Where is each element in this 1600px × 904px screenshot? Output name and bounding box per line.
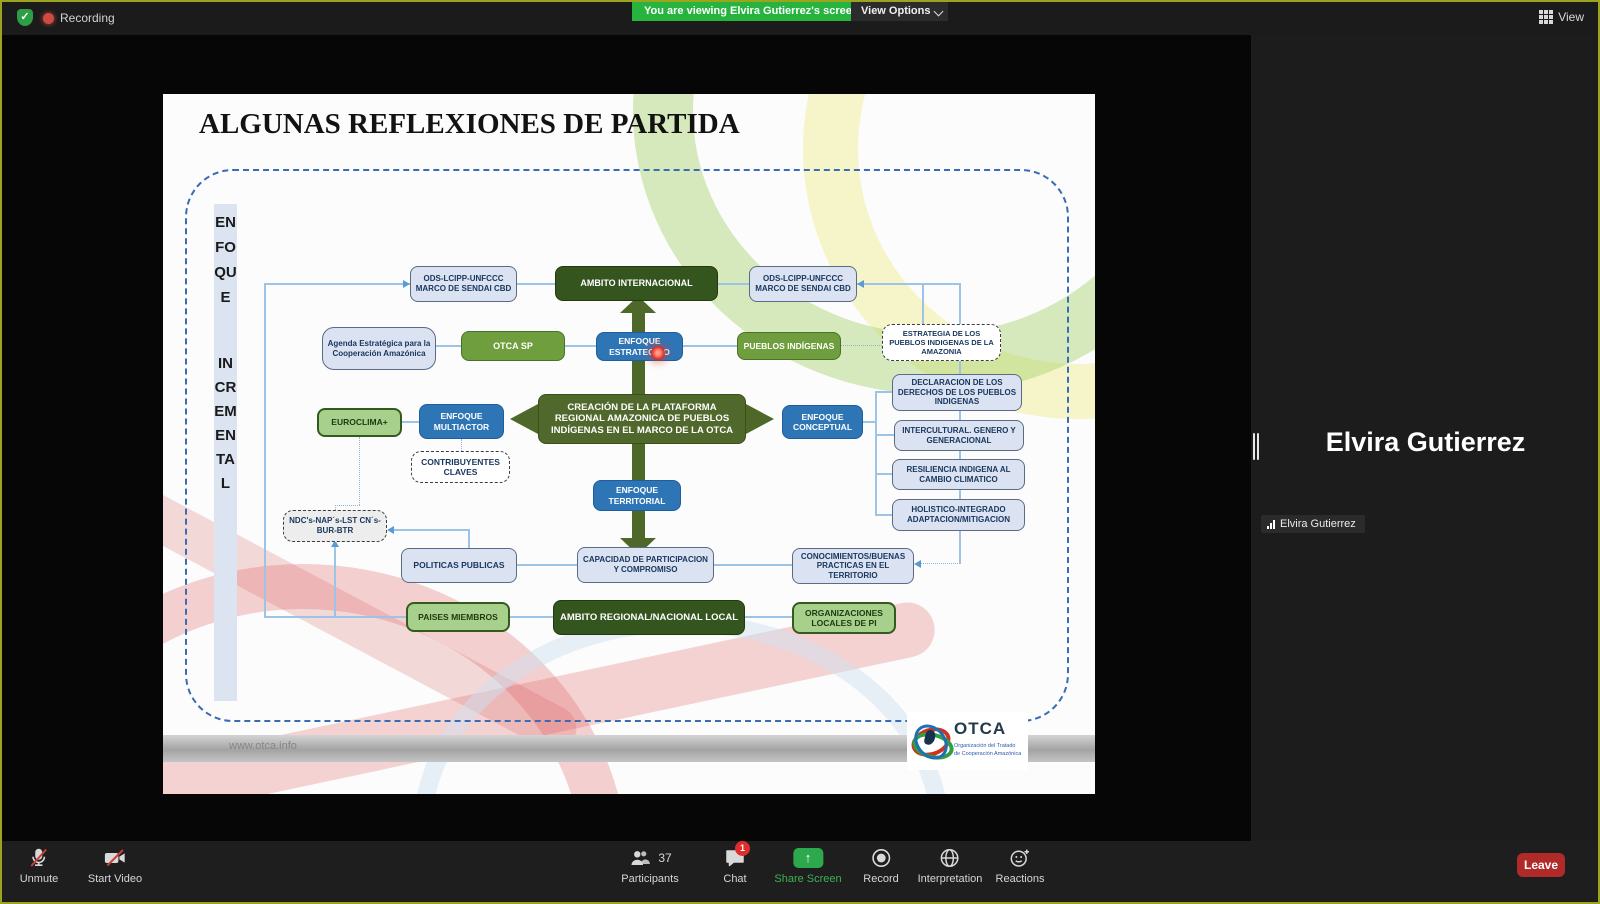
recording-icon [43, 13, 54, 24]
viewing-screen-banner: You are viewing Elvira Gutierrez's scree… [632, 2, 871, 21]
participants-icon [628, 846, 654, 870]
participants-label: Participants [621, 873, 678, 885]
box-creacion-plataforma: CREACIÓN DE LA PLATAFORMA REGIONAL AMAZO… [538, 394, 746, 444]
otca-logo-subtitle-2: de Cooperación Amazónica [954, 751, 1021, 757]
box-pueblos-indigenas: PUEBLOS INDÍGENAS [737, 332, 841, 360]
box-euroclima: EUROCLIMA+ [317, 408, 402, 437]
box-ods-left: ODS-LCIPP-UNFCCC MARCO DE SENDAI CBD [410, 266, 517, 302]
chat-button[interactable]: 1 Chat [723, 846, 747, 885]
interpretation-button[interactable]: Interpretation [918, 846, 983, 885]
participants-count: 37 [658, 851, 671, 865]
audio-signal-icon [1267, 520, 1275, 529]
chevron-down-icon [934, 7, 944, 17]
zoom-meeting-window: ✓ Recording You are viewing Elvira Gutie… [0, 0, 1600, 904]
reactions-button[interactable]: Reactions [996, 846, 1045, 885]
video-off-icon [102, 846, 128, 870]
reactions-smiley-icon [1008, 846, 1032, 870]
participant-name-tag: Elvira Gutierrez [1261, 515, 1365, 533]
meeting-top-bar: ✓ Recording You are viewing Elvira Gutie… [2, 2, 1598, 35]
vertical-label-incremental: INCREMENTAL [214, 352, 237, 496]
security-shield-icon[interactable]: ✓ [17, 9, 33, 26]
box-ambito-regional: AMBITO REGIONAL/NACIONAL LOCAL [553, 600, 745, 635]
otca-logo-text: OTCA [954, 719, 1006, 739]
box-declaracion-derechos: DECLARACION DE LOS DERECHOS DE LOS PUEBL… [892, 374, 1022, 411]
box-enfoque-territorial: ENFOQUE TERRITORIAL [593, 480, 681, 511]
laser-pointer-dot [651, 346, 665, 360]
box-intercultural: INTERCULTURAL. GENERO Y GENERACIONAL [894, 420, 1024, 451]
unmute-label: Unmute [20, 873, 59, 885]
unmute-button[interactable]: Unmute [20, 846, 59, 885]
box-capacidad-participacion: CAPACIDAD DE PARTICIPACION Y COMPROMISO [577, 547, 714, 583]
grid-view-icon [1539, 10, 1553, 24]
slide-title: ALGUNAS REFLEXIONES DE PARTIDA [199, 108, 740, 141]
participants-button[interactable]: 37 Participants [621, 846, 678, 885]
chat-unread-badge: 1 [735, 841, 750, 856]
globe-icon [938, 846, 962, 870]
box-politicas-publicas: POLITICAS PUBLICAS [401, 548, 517, 583]
reactions-label: Reactions [996, 873, 1045, 885]
box-enfoque-conceptual: ENFOQUE CONCEPTUAL [782, 405, 863, 439]
slide-footer-url: www.otca.info [229, 740, 297, 752]
start-video-button[interactable]: Start Video [88, 846, 142, 885]
mic-muted-icon [27, 846, 51, 870]
interpretation-label: Interpretation [918, 873, 983, 885]
box-holistico: HOLISTICO-INTEGRADO ADAPTACION/MITIGACIO… [892, 499, 1025, 531]
box-estrategia-pueblos: ESTRATEGIA DE LOS PUEBLOS INDIGENAS DE L… [882, 324, 1001, 361]
view-options-label: View Options [861, 5, 930, 17]
box-resiliencia: RESILIENCIA INDIGENA AL CAMBIO CLIMATICO [892, 459, 1025, 490]
share-screen-button[interactable]: ↑ Share Screen [774, 846, 841, 885]
chat-label: Chat [723, 873, 746, 885]
share-screen-icon: ↑ [793, 848, 823, 868]
panel-divider-handle[interactable] [1253, 433, 1255, 460]
box-conocimientos: CONOCIMIENTOS/BUENAS PRACTICAS EN EL TER… [792, 548, 914, 584]
box-paises-miembros: PAISES MIEMBROS [406, 602, 510, 632]
meeting-toolbar: Unmute Start Video [2, 841, 1598, 904]
vertical-label-enfoque: ENFOQUE [214, 210, 237, 310]
otca-logo: OTCA Organización del Tratado de Coopera… [907, 712, 1028, 770]
start-video-label: Start Video [88, 873, 142, 885]
shared-screen-region: ALGUNAS REFLEXIONES DE PARTIDA ENFOQUE I… [2, 35, 1251, 841]
box-organizaciones-locales: ORGANIZACIONES LOCALES DE PI [792, 602, 896, 634]
record-icon [869, 846, 893, 870]
box-enfoque-estrategico: ENFOQUE ESTRATEGICO [596, 332, 683, 361]
record-button[interactable]: Record [863, 846, 898, 885]
participant-video-panel: Elvira Gutierrez Elvira Gutierrez [1251, 35, 1600, 841]
box-ambito-internacional: AMBITO INTERNACIONAL [555, 266, 718, 301]
box-ods-right: ODS-LCIPP-UNFCCC MARCO DE SENDAI CBD [749, 266, 857, 302]
participant-name-tag-label: Elvira Gutierrez [1280, 518, 1356, 530]
vertical-label-strip: ENFOQUE INCREMENTAL [214, 204, 237, 701]
view-options-button[interactable]: View Options [851, 2, 948, 21]
otca-logo-subtitle-1: Organización del Tratado [954, 743, 1015, 749]
speaker-name: Elvira Gutierrez [1251, 427, 1600, 458]
recording-label: Recording [60, 11, 115, 25]
otca-logo-swirl-icon [909, 716, 951, 764]
share-screen-label: Share Screen [774, 873, 841, 885]
view-label: View [1558, 10, 1584, 24]
box-otca-sp: OTCA SP [461, 331, 565, 361]
box-ndc: NDC's-NAP´s-LST CN´s-BUR-BTR [283, 510, 387, 542]
box-contribuyentes-claves: CONTRIBUYENTES CLAVES [411, 451, 510, 483]
leave-button[interactable]: Leave [1517, 853, 1565, 877]
shared-screen-slide: ALGUNAS REFLEXIONES DE PARTIDA ENFOQUE I… [163, 94, 1095, 794]
record-label: Record [863, 873, 898, 885]
box-agenda-estrategica: Agenda Estratégica para la Cooperación A… [322, 327, 436, 370]
box-enfoque-multiactor: ENFOQUE MULTIACTOR [419, 404, 504, 439]
view-button[interactable]: View [1539, 10, 1584, 24]
